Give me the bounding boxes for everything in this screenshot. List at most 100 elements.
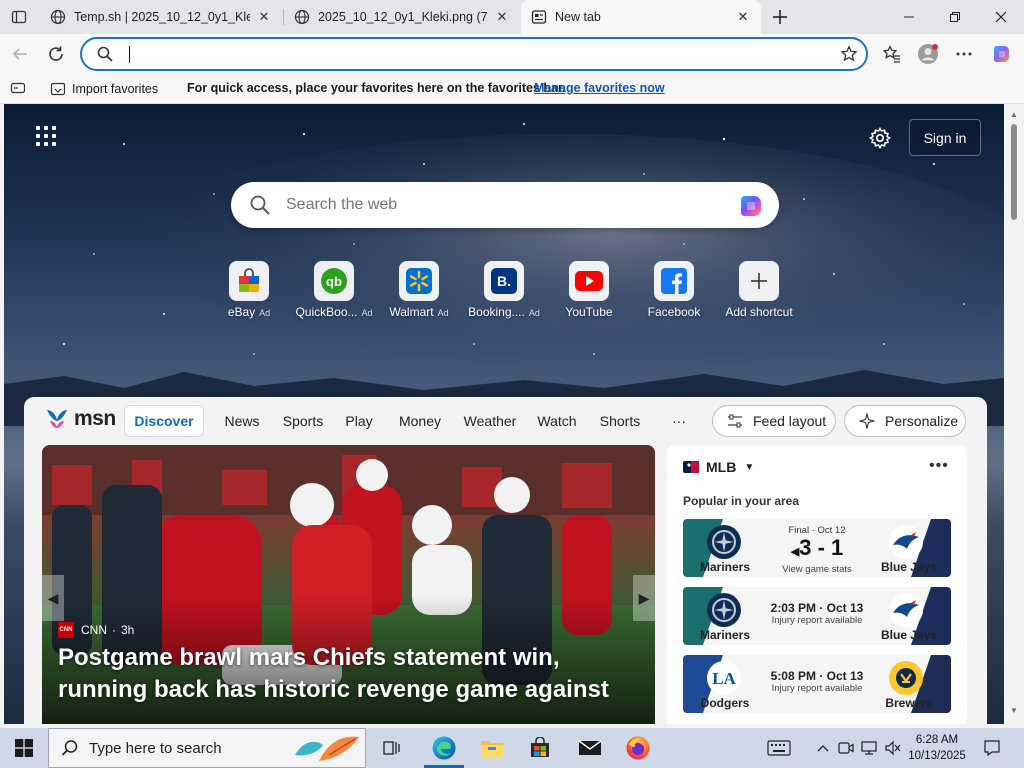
shortcut-facebook[interactable]: Facebook bbox=[632, 261, 716, 325]
chevron-up-icon[interactable] bbox=[812, 728, 834, 768]
shortcut-label: QuickBoo... bbox=[295, 305, 358, 319]
add-shortcut-button[interactable]: Add shortcut bbox=[717, 261, 801, 325]
tab-kleki-png[interactable]: 2025_10_12_0y1_Kleki.png (720× ✕ bbox=[284, 0, 520, 34]
address-input[interactable] bbox=[126, 44, 826, 64]
personalize-button[interactable]: Personalize bbox=[844, 405, 966, 437]
taskbar-search-box[interactable] bbox=[48, 728, 366, 768]
copilot-icon[interactable] bbox=[737, 192, 765, 220]
shortcut-quickbooks[interactable]: qb QuickBoo... Ad bbox=[292, 261, 376, 325]
task-view-icon[interactable] bbox=[376, 732, 408, 764]
msn-logo[interactable]: msn bbox=[44, 405, 116, 433]
address-bar[interactable] bbox=[80, 37, 868, 71]
hero-headline[interactable]: Postgame brawl mars Chiefs statement win… bbox=[58, 642, 643, 706]
mariners-logo-icon bbox=[707, 525, 741, 559]
more-menu-icon[interactable] bbox=[952, 42, 976, 66]
edge-browser-icon[interactable] bbox=[428, 732, 460, 764]
brewers-logo-icon bbox=[889, 661, 923, 695]
file-explorer-icon[interactable] bbox=[476, 732, 508, 764]
ad-badge: Ad bbox=[528, 308, 540, 318]
tab-sports[interactable]: Sports bbox=[278, 405, 328, 437]
notifications-icon[interactable] bbox=[976, 728, 1008, 768]
game-row[interactable]: Mariners Final · Oct 12 ◀3 - 1 View game… bbox=[683, 519, 951, 577]
tab-new-tab[interactable]: New tab ✕ bbox=[521, 0, 761, 34]
carousel-prev-button[interactable]: ◀ bbox=[42, 575, 64, 621]
scroll-up-icon[interactable]: ▲ bbox=[1009, 110, 1019, 120]
close-icon[interactable]: ✕ bbox=[494, 9, 510, 25]
carousel-next-button[interactable]: ▶ bbox=[633, 575, 655, 621]
game-time: 5:08 PM · Oct 13 bbox=[770, 669, 864, 683]
msn-butterfly-icon bbox=[47, 410, 67, 428]
tab-actions-icon[interactable] bbox=[10, 8, 28, 26]
windows-start-button[interactable] bbox=[0, 728, 48, 768]
ebay-icon bbox=[229, 261, 269, 301]
import-favorites-button[interactable]: Import favorites bbox=[50, 81, 158, 97]
game-row[interactable]: Mariners 2:03 PM · Oct 13 Injury report … bbox=[683, 587, 951, 645]
booking-icon: B. bbox=[484, 261, 524, 301]
manage-favorites-link[interactable]: Manage favorites now bbox=[534, 81, 665, 95]
volume-muted-icon[interactable] bbox=[882, 728, 904, 768]
web-search-box[interactable] bbox=[231, 182, 779, 228]
tab-discover[interactable]: Discover bbox=[124, 405, 204, 437]
web-search-input[interactable] bbox=[286, 194, 716, 216]
mlb-logo-icon bbox=[683, 461, 699, 473]
personalize-label: Personalize bbox=[885, 413, 959, 429]
refresh-button[interactable] bbox=[44, 42, 68, 66]
firefox-icon[interactable] bbox=[622, 732, 654, 764]
restore-button[interactable] bbox=[932, 0, 978, 34]
search-highlight-illustration bbox=[289, 731, 365, 768]
meet-now-icon[interactable] bbox=[836, 728, 856, 768]
minimize-button[interactable] bbox=[886, 0, 932, 34]
shortcut-label: Walmart bbox=[389, 305, 434, 319]
svg-text:qb: qb bbox=[326, 274, 342, 289]
keyboard-touch-icon[interactable] bbox=[762, 728, 796, 768]
tab-shorts[interactable]: Shorts bbox=[594, 405, 646, 437]
back-button[interactable] bbox=[8, 42, 32, 66]
taskbar-search-input[interactable] bbox=[89, 739, 289, 757]
sidebar-toggle-icon[interactable] bbox=[10, 80, 26, 96]
shortcut-walmart[interactable]: Walmart Ad bbox=[377, 261, 461, 325]
league-selector[interactable]: MLB ▼ bbox=[683, 459, 754, 475]
tab-watch[interactable]: Watch bbox=[532, 405, 582, 437]
feed-layout-button[interactable]: Feed layout bbox=[712, 405, 836, 437]
away-team-name: Brewers bbox=[885, 696, 933, 710]
scrollbar-thumb[interactable] bbox=[1011, 124, 1017, 220]
page-scrollbar[interactable]: ▲ ▼ bbox=[1004, 104, 1024, 724]
plus-icon bbox=[739, 261, 779, 301]
new-tab-button[interactable] bbox=[768, 5, 792, 29]
favorite-star-icon[interactable] bbox=[840, 45, 858, 68]
tab-news[interactable]: News bbox=[217, 405, 267, 437]
favorites-bar-message: For quick access, place your favorites h… bbox=[187, 81, 566, 95]
sliders-icon bbox=[728, 414, 742, 428]
shortcut-ebay[interactable]: eBay Ad bbox=[207, 261, 291, 325]
close-window-button[interactable] bbox=[978, 0, 1024, 34]
game-row[interactable]: LA Dodgers 5:08 PM · Oct 13 Injury repor… bbox=[683, 655, 951, 713]
close-icon[interactable]: ✕ bbox=[256, 9, 272, 25]
tab-title: 2025_10_12_0y1_Kleki.png (720× bbox=[318, 10, 488, 24]
apps-grid-icon[interactable] bbox=[36, 126, 58, 148]
profile-avatar[interactable] bbox=[916, 42, 940, 66]
more-options-icon[interactable]: ••• bbox=[929, 457, 949, 475]
scroll-down-icon[interactable]: ▼ bbox=[1009, 706, 1019, 716]
globe-icon bbox=[294, 9, 310, 25]
shortcut-youtube[interactable]: YouTube bbox=[547, 261, 631, 325]
tab-tempsh[interactable]: Temp.sh | 2025_10_12_0y1_Kleki.p ✕ bbox=[40, 0, 282, 34]
tab-more-menu[interactable]: ··· bbox=[664, 405, 694, 437]
tab-weather[interactable]: Weather bbox=[458, 405, 522, 437]
tab-play[interactable]: Play bbox=[338, 405, 380, 437]
system-clock[interactable]: 6:28 AM 10/13/2025 bbox=[904, 732, 970, 764]
hero-news-card[interactable]: ◀ ▶ CNN CNN · 3h Postgame brawl mars Chi… bbox=[42, 445, 655, 724]
close-icon[interactable]: ✕ bbox=[735, 9, 751, 25]
copilot-icon[interactable] bbox=[990, 42, 1014, 66]
settings-gear-icon[interactable] bbox=[868, 126, 892, 150]
microsoft-store-icon[interactable] bbox=[524, 732, 556, 764]
tab-money[interactable]: Money bbox=[390, 405, 450, 437]
shortcut-booking[interactable]: B. Booking.... Ad bbox=[462, 261, 546, 325]
mail-icon[interactable] bbox=[574, 732, 606, 764]
game-time: 2:03 PM · Oct 13 bbox=[770, 601, 864, 615]
network-icon[interactable] bbox=[858, 728, 880, 768]
sign-in-button[interactable]: Sign in bbox=[909, 119, 981, 156]
blue-jays-logo-icon bbox=[889, 593, 923, 627]
taskbar: 6:28 AM 10/13/2025 bbox=[0, 728, 1024, 768]
favorites-icon[interactable] bbox=[880, 42, 904, 66]
ad-badge: Ad bbox=[259, 308, 271, 318]
